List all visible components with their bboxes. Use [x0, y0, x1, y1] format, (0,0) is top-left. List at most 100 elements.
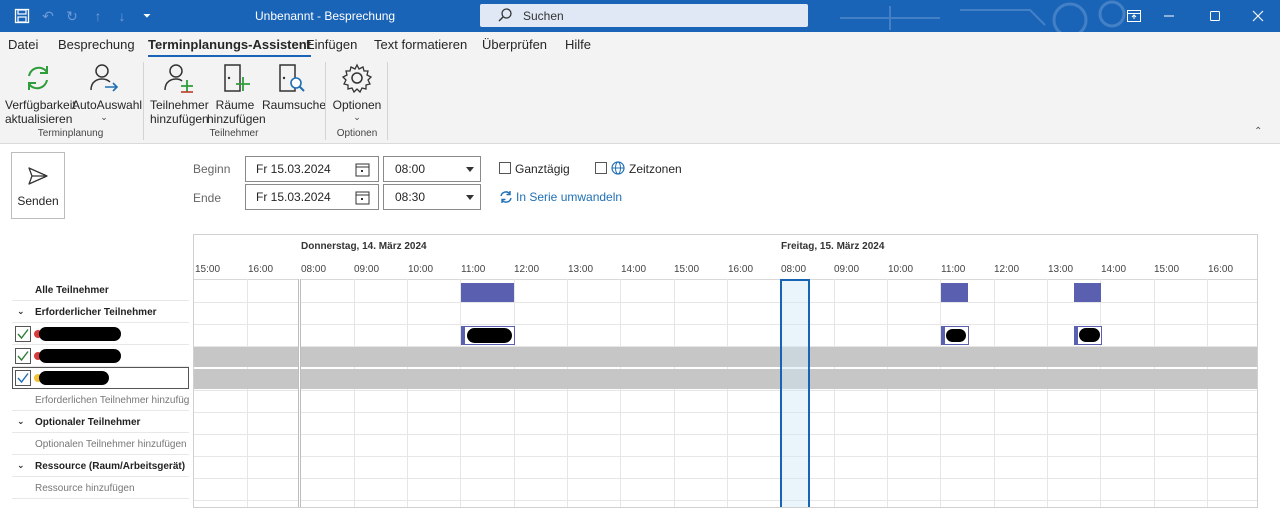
- send-label: Senden: [17, 194, 59, 208]
- tab-ueberpruefen[interactable]: Überprüfen: [482, 37, 547, 52]
- options-button[interactable]: Optionen ⌄: [332, 62, 382, 122]
- attendee-row[interactable]: [12, 345, 189, 367]
- attendee-row-selected[interactable]: [12, 367, 189, 389]
- chevron-down-icon[interactable]: ⌄: [17, 306, 25, 317]
- hour-label: 14:00: [1101, 264, 1127, 275]
- add-person-icon: [164, 64, 193, 93]
- optional-attendees-header[interactable]: ⌄ Optionaler Teilnehmer: [12, 411, 189, 433]
- optional-attendees-label: Optionaler Teilnehmer: [35, 417, 141, 428]
- hour-line: [674, 279, 675, 507]
- group-label-teilnehmer: Teilnehmer: [209, 128, 259, 139]
- arrow-down-icon[interactable]: ↓: [112, 6, 132, 26]
- attendee-checkbox[interactable]: [15, 348, 31, 364]
- start-time-value: 08:00: [395, 162, 426, 176]
- tab-datei[interactable]: Datei: [8, 37, 38, 52]
- hour-line: [567, 279, 568, 507]
- chevron-down-icon[interactable]: ⌄: [17, 460, 25, 471]
- redacted-text: [1079, 328, 1100, 342]
- send-button[interactable]: Senden: [11, 152, 65, 219]
- hour-label: 11:00: [461, 264, 486, 275]
- hour-label: 09:00: [834, 264, 860, 275]
- add-rooms-button[interactable]: Räume hinzufügen: [207, 62, 266, 126]
- tab-text-formatieren[interactable]: Text formatieren: [374, 37, 467, 52]
- chevron-down-icon: ⌄: [100, 112, 108, 122]
- all-day-checkbox[interactable]: [499, 162, 511, 174]
- tab-besprechung[interactable]: Besprechung: [58, 37, 135, 52]
- add-rooms-label-1: Räume: [215, 98, 255, 112]
- hour-line: [1100, 279, 1101, 507]
- close-icon[interactable]: [1236, 0, 1280, 32]
- attendee-row[interactable]: [12, 323, 189, 345]
- dropdown-arrow-icon: [466, 195, 474, 200]
- required-attendees-header[interactable]: ⌄ Erforderlicher Teilnehmer: [12, 301, 189, 323]
- auto-select-button[interactable]: AutoAuswahl ⌄: [72, 62, 142, 122]
- ribbon-separator: [143, 62, 144, 140]
- tab-hilfe[interactable]: Hilfe: [565, 37, 591, 52]
- day-label-thursday: Donnerstag, 14. März 2024: [301, 241, 427, 252]
- minimize-icon[interactable]: [1147, 0, 1191, 32]
- undo-icon[interactable]: ↶: [38, 6, 58, 26]
- required-attendees-label: Erforderlicher Teilnehmer: [35, 307, 157, 318]
- save-icon[interactable]: [12, 6, 32, 26]
- add-room-icon: [224, 64, 250, 92]
- redacted-text: [946, 329, 966, 342]
- ribbon-tab-bar: Datei Besprechung Terminplanungs-Assiste…: [0, 32, 1280, 58]
- add-optional-attendee-row[interactable]: Optionalen Teilnehmer hinzufügen: [12, 433, 189, 455]
- redacted-attendee-name: [39, 371, 109, 385]
- busy-block-all: [461, 283, 514, 302]
- redo-icon[interactable]: ↻: [62, 6, 82, 26]
- start-time-select[interactable]: 08:00: [383, 156, 481, 182]
- add-attendee-button[interactable]: Teilnehmer hinzufügen: [150, 62, 209, 126]
- ribbon: Verfügbarkeit aktualisieren AutoAuswahl …: [0, 58, 1280, 144]
- add-rooms-label-2: hinzufügen: [207, 112, 266, 126]
- hour-line: [354, 279, 355, 507]
- hour-label: 15:00: [195, 264, 221, 275]
- hour-label: 14:00: [621, 264, 647, 275]
- ribbon-separator: [325, 62, 326, 140]
- title-bar-decoration: [840, 0, 1126, 32]
- hour-label: 11:00: [941, 264, 966, 275]
- make-recurring-link[interactable]: In Serie umwandeln: [499, 190, 622, 204]
- hour-line: [514, 279, 515, 507]
- hour-label: 08:00: [781, 264, 807, 275]
- refresh-icon: [28, 66, 48, 90]
- attendee-checkbox[interactable]: [15, 370, 31, 386]
- ribbon-separator: [387, 62, 388, 140]
- calendar-icon[interactable]: [355, 190, 370, 205]
- tab-einfuegen[interactable]: Einfügen: [306, 37, 357, 52]
- resource-header[interactable]: ⌄ Ressource (Raum/Arbeitsgerät): [12, 455, 189, 477]
- hour-label: 16:00: [248, 264, 274, 275]
- globe-icon: [611, 161, 625, 175]
- end-date-field[interactable]: Fr 15.03.2024: [245, 184, 379, 210]
- add-attendee-label-1: Teilnehmer: [150, 98, 209, 112]
- start-date-field[interactable]: Fr 15.03.2024: [245, 156, 379, 182]
- customize-quick-access-icon[interactable]: ⏷: [137, 6, 157, 26]
- hour-label: 09:00: [354, 264, 380, 275]
- collapse-ribbon-icon[interactable]: ⌃: [1254, 126, 1262, 137]
- chevron-down-icon[interactable]: ⌄: [17, 416, 25, 427]
- room-finder-button[interactable]: Raumsuche: [262, 62, 326, 112]
- end-time-select[interactable]: 08:30: [383, 184, 481, 210]
- calendar-icon[interactable]: [355, 162, 370, 177]
- hour-line: [887, 279, 888, 507]
- hour-label: 15:00: [674, 264, 700, 275]
- meeting-time-selection[interactable]: [780, 279, 810, 507]
- attendee-checkbox[interactable]: [15, 326, 31, 342]
- room-search-icon: [279, 64, 305, 92]
- arrow-up-icon[interactable]: ↑: [88, 6, 108, 26]
- refresh-availability-button[interactable]: Verfügbarkeit aktualisieren: [5, 62, 76, 126]
- search-box[interactable]: Suchen: [480, 4, 808, 27]
- hour-line: [1047, 279, 1048, 507]
- add-required-attendee-row[interactable]: Erforderlichen Teilnehmer hinzufügen: [12, 389, 189, 411]
- hour-label: 10:00: [408, 264, 434, 275]
- tab-terminplanungs-assistent[interactable]: Terminplanungs-Assistent: [148, 37, 312, 57]
- add-resource-row[interactable]: Ressource hinzufügen: [12, 477, 189, 499]
- time-zones-checkbox[interactable]: [595, 162, 607, 174]
- maximize-icon[interactable]: [1193, 0, 1237, 32]
- hour-label: 12:00: [514, 264, 540, 275]
- appointment-block: [461, 326, 515, 345]
- scheduling-grid[interactable]: Donnerstag, 14. März 2024 Freitag, 15. M…: [193, 234, 1258, 508]
- hour-label: 15:00: [1154, 264, 1180, 275]
- end-time-value: 08:30: [395, 190, 426, 204]
- send-icon: [28, 167, 48, 185]
